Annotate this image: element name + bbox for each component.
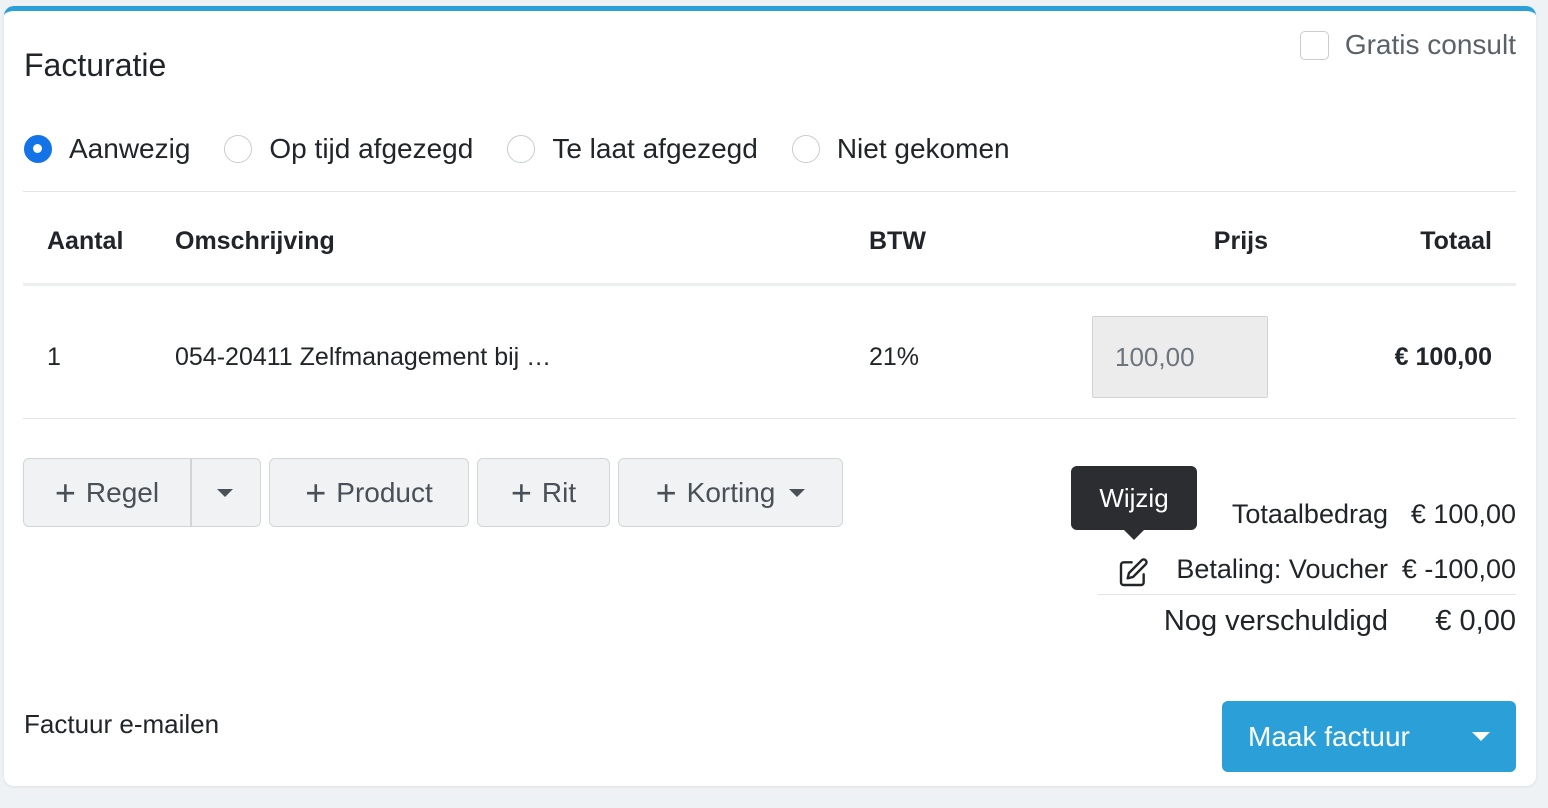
totaalbedrag-label: Totaalbedrag xyxy=(1231,499,1388,529)
radio-te-laat-afgezegd[interactable] xyxy=(507,135,536,163)
column-header-prijs: Prijs xyxy=(1213,227,1268,255)
add-regel-button[interactable]: + Regel xyxy=(24,471,190,513)
totaalbedrag-value: € 100,00 xyxy=(1410,499,1516,529)
plus-icon: + xyxy=(510,471,532,513)
radio-option-aanwezig[interactable]: Aanwezig xyxy=(24,133,190,165)
radio-niet-gekomen[interactable] xyxy=(791,135,820,163)
add-korting-button[interactable]: + Korting xyxy=(618,458,843,527)
column-header-btw: BTW xyxy=(869,227,926,255)
gratis-consult-label[interactable]: Gratis consult xyxy=(1345,29,1516,61)
plus-icon: + xyxy=(54,471,76,513)
cell-aantal: 1 xyxy=(47,343,61,371)
price-input[interactable]: 100,00 xyxy=(1092,316,1268,398)
radio-option-te-laat-afgezegd[interactable]: Te laat afgezegd xyxy=(507,133,758,165)
add-product-button[interactable]: + Product xyxy=(269,458,469,527)
gratis-consult-checkbox[interactable] xyxy=(1299,30,1329,60)
plus-icon: + xyxy=(305,471,327,513)
attendance-radio-group: Aanwezig Op tijd afgezegd Te laat afgeze… xyxy=(24,133,1044,165)
radio-label-niet-gekomen[interactable]: Niet gekomen xyxy=(837,133,1010,165)
regel-split-button: + Regel xyxy=(23,458,261,527)
gratis-consult-checkbox-group[interactable]: Gratis consult xyxy=(1299,29,1516,61)
caret-down-icon[interactable] xyxy=(1472,732,1490,741)
edit-icon[interactable] xyxy=(1117,557,1149,589)
radio-option-op-tijd-afgezegd[interactable]: Op tijd afgezegd xyxy=(224,133,473,165)
caret-down-icon xyxy=(217,488,233,497)
table-row-divider xyxy=(23,418,1516,419)
radio-op-tijd-afgezegd[interactable] xyxy=(224,135,253,163)
split-divider xyxy=(190,459,192,526)
facturatie-panel: Facturatie Gratis consult Aanwezig Op ti… xyxy=(4,6,1536,786)
maak-factuur-label: Maak factuur xyxy=(1248,720,1410,752)
radio-label-op-tijd-afgezegd[interactable]: Op tijd afgezegd xyxy=(269,133,473,165)
cell-totaal: € 100,00 xyxy=(1394,343,1492,371)
betaling-value: € -100,00 xyxy=(1401,554,1516,584)
caret-down-icon xyxy=(789,488,806,497)
factuur-emailen-link[interactable]: Factuur e-mailen xyxy=(24,709,219,740)
divider xyxy=(23,191,1516,192)
maak-factuur-button[interactable]: Maak factuur xyxy=(1222,701,1516,772)
cell-btw: 21% xyxy=(869,343,920,371)
plus-icon: + xyxy=(655,471,677,513)
regel-dropdown-toggle[interactable] xyxy=(190,488,260,497)
summary-divider xyxy=(1098,594,1516,595)
column-header-aantal: Aantal xyxy=(47,227,124,255)
add-rit-label: Rit xyxy=(541,476,577,508)
radio-label-aanwezig[interactable]: Aanwezig xyxy=(69,133,190,165)
cell-omschrijving[interactable]: 054-20411 Zelfmanagement bij … xyxy=(175,343,551,372)
panel-title: Facturatie xyxy=(24,47,167,83)
add-korting-label: Korting xyxy=(686,476,776,508)
column-header-omschrijving: Omschrijving xyxy=(175,227,335,255)
verschuldigd-label: Nog verschuldigd xyxy=(1163,605,1388,637)
wijzig-tooltip: Wijzig xyxy=(1071,466,1197,540)
table-header-divider xyxy=(23,283,1516,286)
radio-aanwezig[interactable] xyxy=(24,135,52,163)
radio-label-te-laat-afgezegd[interactable]: Te laat afgezegd xyxy=(552,133,758,165)
verschuldigd-value: € 0,00 xyxy=(1435,605,1516,637)
betaling-label: Betaling: Voucher xyxy=(1176,554,1388,584)
add-rit-button[interactable]: + Rit xyxy=(477,458,610,527)
column-header-totaal: Totaal xyxy=(1420,227,1492,255)
add-product-label: Product xyxy=(336,476,433,508)
radio-option-niet-gekomen[interactable]: Niet gekomen xyxy=(791,133,1010,165)
add-regel-label: Regel xyxy=(85,476,160,508)
